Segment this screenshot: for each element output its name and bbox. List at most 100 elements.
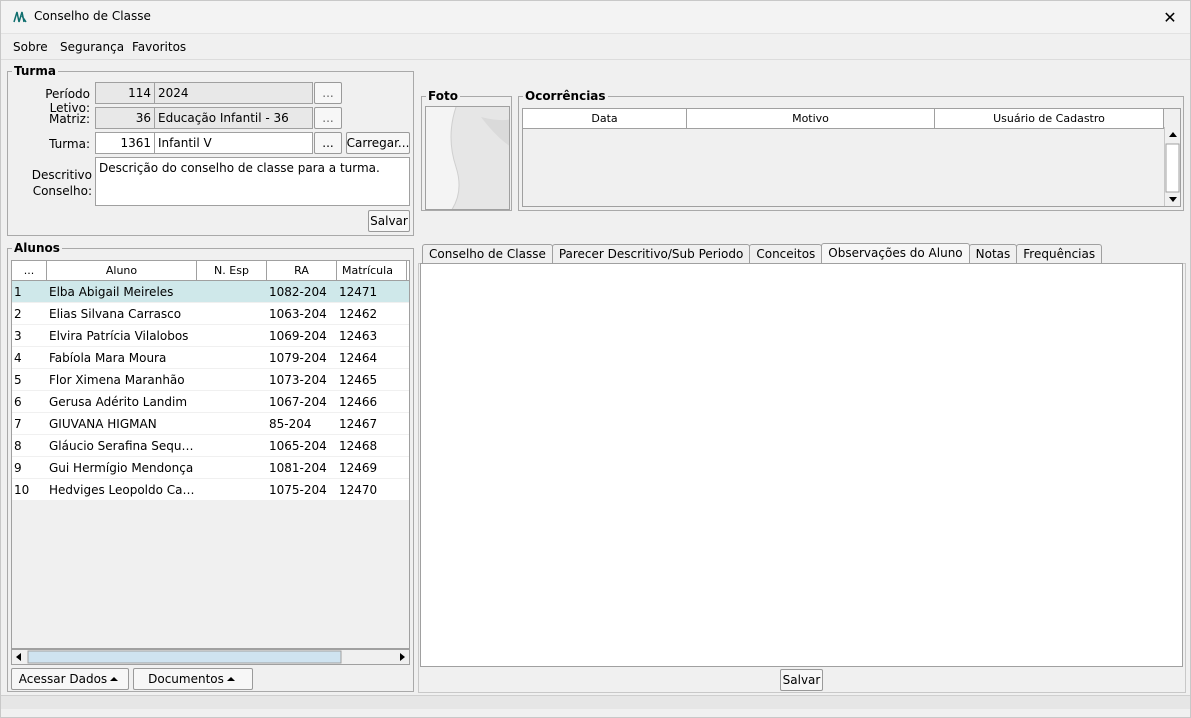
tab-conceitos[interactable]: Conceitos xyxy=(749,244,823,264)
turma-legend: Turma xyxy=(12,64,58,78)
documentos-label: Documentos xyxy=(148,672,224,686)
descritivo-label-2: Conselho: xyxy=(32,184,92,198)
title-bar: Conselho de Classe ✕ xyxy=(1,1,1190,34)
status-bar xyxy=(1,695,1190,709)
row-matricula: 12470 xyxy=(339,483,378,497)
periodo-code-field[interactable]: 114 xyxy=(95,82,155,104)
row-matricula: 12471 xyxy=(339,285,378,299)
row-index: 2 xyxy=(14,307,22,321)
tab-frequencias[interactable]: Frequências xyxy=(1016,244,1103,264)
row-index: 9 xyxy=(14,461,22,475)
panel-save-button[interactable]: Salvar xyxy=(780,669,823,691)
tab-notas[interactable]: Notas xyxy=(968,244,1018,264)
row-ra: 85-204 xyxy=(269,417,312,431)
alunos-header: ... Aluno N. Esp RA Matrícula xyxy=(12,261,409,281)
observacoes-textarea[interactable] xyxy=(420,263,1183,667)
acessar-dados-button[interactable]: Acessar Dados xyxy=(11,668,129,690)
descritivo-label-1: Descritivo xyxy=(31,168,92,182)
scroll-down-icon[interactable] xyxy=(1169,197,1177,202)
row-nesp xyxy=(197,281,267,302)
carregar-button[interactable]: Carregar... xyxy=(346,132,410,154)
col-ra[interactable]: RA xyxy=(267,261,337,280)
table-row[interactable]: 10 Hedviges Leopoldo Casqu... 1075-204 1… xyxy=(12,479,409,501)
row-index: 3 xyxy=(14,329,22,343)
matriz-label: Matriz: xyxy=(48,112,90,126)
tab-conselho-de-classe[interactable]: Conselho de Classe xyxy=(422,244,553,264)
menu-sobre[interactable]: Sobre xyxy=(13,40,48,54)
descritivo-textarea[interactable]: Descrição do conselho de classe para a t… xyxy=(95,157,410,206)
table-row[interactable]: 7 GIUVANA HIGMAN 85-204 12467 xyxy=(12,413,409,435)
ocorrencias-legend: Ocorrências xyxy=(523,89,608,103)
close-icon: ✕ xyxy=(1163,7,1177,27)
row-nesp xyxy=(197,303,267,324)
scroll-up-icon[interactable] xyxy=(1169,132,1177,137)
col-index[interactable]: ... xyxy=(12,261,47,280)
row-aluno: Elba Abigail Meireles xyxy=(49,285,174,299)
row-matricula: 12468 xyxy=(339,439,378,453)
alunos-grid[interactable]: ... Aluno N. Esp RA Matrícula 1 Elba Abi… xyxy=(11,260,410,649)
tab-observacoes-do-aluno[interactable]: Observações do Aluno xyxy=(821,243,970,264)
table-row[interactable]: 1 Elba Abigail Meireles 1082-204 12471 xyxy=(12,281,409,303)
table-row[interactable]: 3 Elvira Patrícia Vilalobos 1069-204 124… xyxy=(12,325,409,347)
app-logo-icon xyxy=(13,11,27,23)
col-usuario[interactable]: Usuário de Cadastro xyxy=(935,109,1164,128)
turma-code-field[interactable]: 1361 xyxy=(95,132,155,154)
row-index: 5 xyxy=(14,373,22,387)
col-data[interactable]: Data xyxy=(523,109,687,128)
table-row[interactable]: 9 Gui Hermígio Mendonça 1081-204 12469 xyxy=(12,457,409,479)
ocorrencias-grid[interactable]: Data Motivo Usuário de Cadastro xyxy=(522,108,1181,207)
tab-parecer-descritivo[interactable]: Parecer Descritivo/Sub Periodo xyxy=(551,244,751,264)
table-row[interactable]: 4 Fabíola Mara Moura 1079-204 12464 xyxy=(12,347,409,369)
row-ra: 1081-204 xyxy=(269,461,327,475)
col-aluno[interactable]: Aluno xyxy=(47,261,197,280)
row-nesp xyxy=(197,457,267,478)
turma-name-field[interactable]: Infantil V xyxy=(154,132,313,154)
row-ra: 1079-204 xyxy=(269,351,327,365)
row-ra: 1065-204 xyxy=(269,439,327,453)
documentos-button[interactable]: Documentos xyxy=(133,668,253,690)
row-aluno: GIUVANA HIGMAN xyxy=(49,417,157,431)
periodo-name-field[interactable]: 2024 xyxy=(154,82,313,104)
row-ra: 1082-204 xyxy=(269,285,327,299)
periodo-browse-button[interactable]: ... xyxy=(314,82,342,104)
row-nesp xyxy=(197,347,267,368)
row-aluno: Fabíola Mara Moura xyxy=(49,351,167,365)
matriz-code-field[interactable]: 36 xyxy=(95,107,155,129)
row-ra: 1073-204 xyxy=(269,373,327,387)
table-row[interactable]: 8 Gláucio Serafina Sequeira 1065-204 124… xyxy=(12,435,409,457)
col-nesp[interactable]: N. Esp xyxy=(197,261,267,280)
row-index: 7 xyxy=(14,417,22,431)
window-title: Conselho de Classe xyxy=(34,9,151,23)
row-ra: 1075-204 xyxy=(269,483,327,497)
close-button[interactable]: ✕ xyxy=(1158,6,1182,28)
row-aluno: Gerusa Adérito Landim xyxy=(49,395,188,409)
row-nesp xyxy=(197,413,267,434)
caret-up-icon xyxy=(110,677,119,681)
ocorrencias-scrollbar[interactable] xyxy=(1164,127,1180,206)
table-row[interactable]: 2 Elias Silvana Carrasco 1063-204 12462 xyxy=(12,303,409,325)
row-index: 8 xyxy=(14,439,22,453)
table-row[interactable]: 6 Gerusa Adérito Landim 1067-204 12466 xyxy=(12,391,409,413)
row-index: 1 xyxy=(14,285,22,299)
menu-favoritos[interactable]: Favoritos xyxy=(132,40,186,54)
matriz-name-field[interactable]: Educação Infantil - 36 xyxy=(154,107,313,129)
row-nesp xyxy=(197,435,267,456)
row-aluno: Hedviges Leopoldo Casqu... xyxy=(49,483,197,497)
row-index: 4 xyxy=(14,351,22,365)
matriz-browse-button[interactable]: ... xyxy=(314,107,342,129)
row-matricula: 12463 xyxy=(339,329,378,343)
row-index: 10 xyxy=(14,483,30,497)
scroll-right-icon[interactable] xyxy=(400,653,405,661)
alunos-hscrollbar[interactable] xyxy=(11,649,410,665)
row-nesp xyxy=(197,391,267,412)
col-motivo[interactable]: Motivo xyxy=(687,109,935,128)
menu-seguranca[interactable]: Segurança xyxy=(60,40,124,54)
turma-save-button[interactable]: Salvar xyxy=(368,210,410,232)
turma-browse-button[interactable]: ... xyxy=(314,132,342,154)
col-matricula[interactable]: Matrícula xyxy=(337,261,407,280)
row-matricula: 12464 xyxy=(339,351,378,365)
table-row[interactable]: 5 Flor Ximena Maranhão 1073-204 12465 xyxy=(12,369,409,391)
row-nesp xyxy=(197,369,267,390)
scroll-left-icon[interactable] xyxy=(16,653,21,661)
row-matricula: 12466 xyxy=(339,395,378,409)
